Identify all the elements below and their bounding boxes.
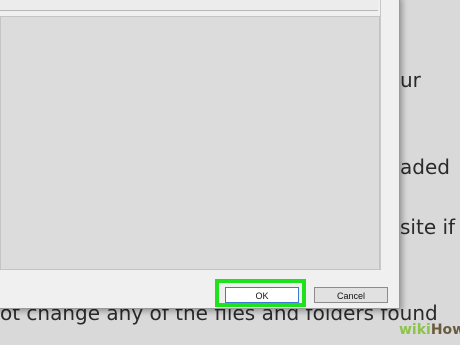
wikihow-watermark: wikiHow [399,322,460,338]
background-text-line-3: site if [400,215,456,239]
highlight-box [215,279,306,307]
background-text-line-1: ur [400,68,421,92]
watermark-how: How [430,322,460,338]
dialog-divider [380,0,381,270]
dialog-top-strip [0,0,378,11]
screenshot-stage: ur aded site if ot change any of the fil… [0,0,460,345]
watermark-wiki: wiki [399,322,431,338]
background-text-line-2: aded [400,155,450,179]
dialog-window [0,0,400,309]
list-panel[interactable] [0,16,380,270]
cancel-button[interactable]: Cancel [314,287,388,303]
